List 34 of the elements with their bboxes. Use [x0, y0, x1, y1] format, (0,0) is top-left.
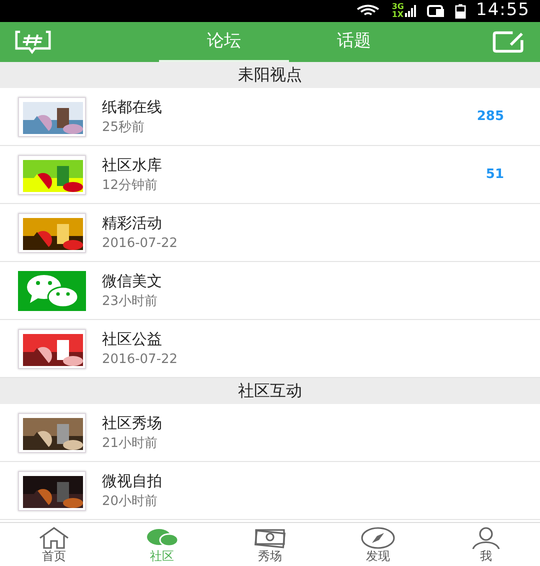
post-count: 51 [486, 166, 504, 184]
item-time: 23小时前 [102, 294, 159, 310]
item-title: 微信美文 [102, 272, 163, 290]
chat-bubbles-icon [144, 526, 180, 548]
clock-time: 14:55 [476, 0, 530, 22]
item-title: 微视自拍 [102, 472, 163, 490]
topic-tag-button[interactable] [12, 29, 54, 55]
item-title: 社区水库 [102, 156, 163, 174]
nav-tab[interactable]: 秀场 [216, 523, 324, 566]
signal-icon [405, 4, 417, 18]
sim-card-icon [427, 4, 445, 18]
network-label: 1X [392, 11, 404, 19]
item-title: 社区公益 [102, 330, 163, 348]
item-title: 精彩活动 [102, 214, 163, 232]
nav-tab[interactable]: 发现 [324, 523, 432, 566]
item-time: 25秒前 [102, 120, 146, 136]
item-title: 社区秀场 [102, 414, 163, 432]
chat-bubbles-icon [18, 270, 86, 310]
item-time: 12分钟前 [102, 178, 159, 194]
item-time: 2016-07-22 [102, 352, 179, 368]
battery-icon [455, 4, 466, 18]
item-title: 纸都在线 [102, 98, 163, 116]
section-header: 社区互动 [0, 378, 540, 404]
post-count: 285 [476, 108, 504, 126]
item-time: 2016-07-22 [102, 236, 179, 252]
network-label: 3G [392, 3, 404, 11]
item-time: 21小时前 [102, 436, 159, 452]
compass-icon [360, 526, 396, 548]
banknote-icon [252, 526, 288, 548]
nav-tab[interactable]: 我 [432, 523, 540, 566]
nav-tab[interactable]: 首页 [0, 523, 108, 566]
section-header: 耒阳视点 [0, 62, 540, 88]
item-time: 20小时前 [102, 494, 159, 510]
hash-icon [13, 30, 53, 54]
